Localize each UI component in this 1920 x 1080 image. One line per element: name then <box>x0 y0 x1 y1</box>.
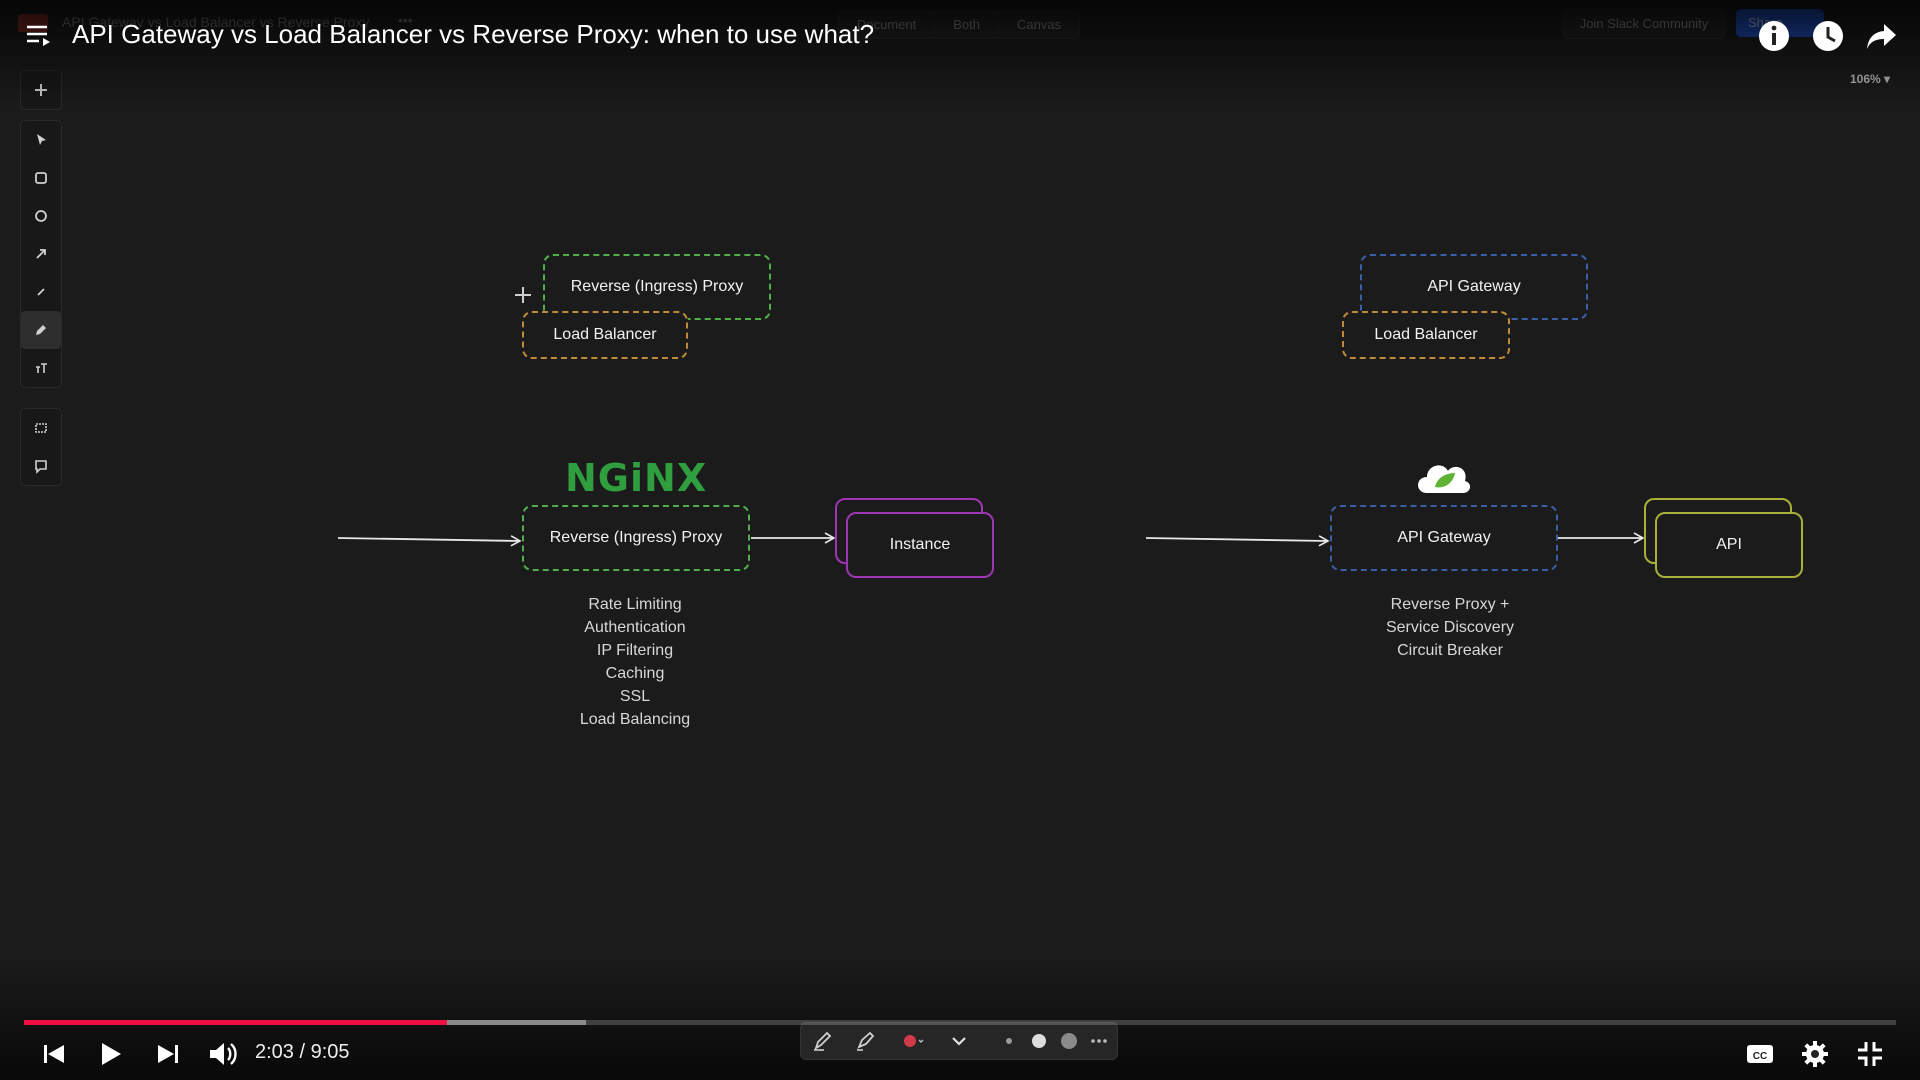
feature-item: Circuit Breaker <box>1397 642 1503 659</box>
feature-item: Load Balancing <box>579 711 691 728</box>
size-small-icon[interactable] <box>997 1029 1021 1053</box>
play-icon[interactable] <box>92 1036 128 1072</box>
api-gateway-label: API Gateway <box>1397 529 1491 546</box>
pen-toolbar <box>800 1022 1118 1060</box>
settings-icon[interactable] <box>1797 1036 1833 1072</box>
reverse-proxy-label: Reverse (Ingress) Proxy <box>549 529 723 546</box>
arrow-into-gateway <box>1145 535 1330 547</box>
size-large-icon[interactable] <box>1057 1029 1081 1053</box>
share-icon[interactable] <box>1864 18 1900 54</box>
legend-load-balancer-box[interactable]: Load Balancer <box>522 311 688 359</box>
chevron-down-icon[interactable] <box>947 1029 971 1053</box>
svg-text:CC: CC <box>1753 1051 1767 1062</box>
previous-icon[interactable] <box>36 1036 72 1072</box>
reverse-proxy-box[interactable]: Reverse (Ingress) Proxy <box>522 505 750 571</box>
size-medium-icon[interactable] <box>1027 1029 1051 1053</box>
feature-item: Caching <box>605 665 665 682</box>
video-title[interactable]: API Gateway vs Load Balancer vs Reverse … <box>72 19 874 50</box>
legend-load-balancer-label: Load Balancer <box>553 326 657 343</box>
legend-load-balancer-right-label: Load Balancer <box>1374 326 1478 343</box>
legend-api-gateway-label: API Gateway <box>1427 278 1521 295</box>
spring-cloud-logo <box>1418 465 1471 493</box>
exit-fullscreen-icon[interactable] <box>1852 1036 1888 1072</box>
time-display: 2:03 / 9:05 <box>255 1041 350 1063</box>
feature-item: Reverse Proxy + <box>1390 596 1510 613</box>
progress-played <box>24 1020 448 1025</box>
more-icon[interactable] <box>1087 1029 1111 1053</box>
playlist-icon[interactable] <box>24 20 54 50</box>
info-icon[interactable] <box>1756 18 1792 54</box>
legend-reverse-proxy-label: Reverse (Ingress) Proxy <box>570 278 744 295</box>
nginx-logo: NGiNX <box>565 456 708 500</box>
highlighter-icon[interactable] <box>853 1029 877 1053</box>
feature-item: SSL <box>619 688 651 705</box>
api-box[interactable]: API <box>1655 512 1803 578</box>
feature-item: IP Filtering <box>596 642 674 659</box>
watch-later-icon[interactable] <box>1810 18 1846 54</box>
feature-item: Service Discovery <box>1385 619 1515 636</box>
instance-box[interactable]: Instance <box>846 512 994 578</box>
next-icon[interactable] <box>150 1036 186 1072</box>
volume-icon[interactable] <box>204 1036 240 1072</box>
captions-icon[interactable]: CC <box>1742 1036 1778 1072</box>
proxy-features-list: Rate Limiting Authentication IP Filterin… <box>535 593 735 731</box>
gateway-features-list: Reverse Proxy + Service Discovery Circui… <box>1350 593 1550 662</box>
progress-bar[interactable] <box>24 1020 1896 1025</box>
crosshair-cursor <box>515 287 531 303</box>
instance-label: Instance <box>889 536 951 553</box>
api-label: API <box>1716 536 1742 553</box>
pen-icon[interactable] <box>811 1029 835 1053</box>
api-gateway-box[interactable]: API Gateway <box>1330 505 1558 571</box>
arrow-into-proxy <box>337 535 522 547</box>
legend-load-balancer-box-right[interactable]: Load Balancer <box>1342 311 1510 359</box>
feature-item: Rate Limiting <box>588 596 682 613</box>
feature-item: Authentication <box>584 619 686 636</box>
color-picker-icon[interactable] <box>901 1029 925 1053</box>
